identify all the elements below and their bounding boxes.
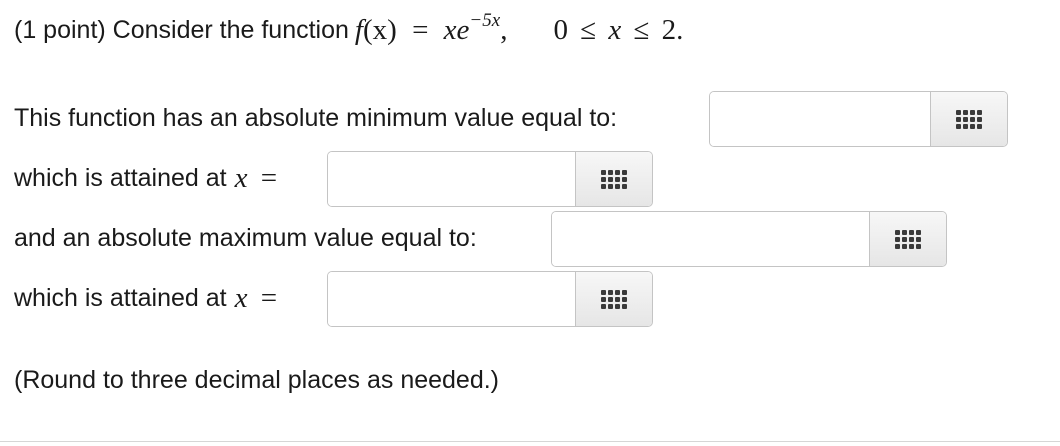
min-value-input[interactable] bbox=[710, 92, 930, 146]
max-value-input[interactable] bbox=[552, 212, 869, 266]
answer-field-min-value bbox=[709, 91, 1008, 147]
function-name: f bbox=[354, 13, 363, 46]
problem-statement: (1 point) Consider the function f(x) = x… bbox=[14, 8, 683, 52]
question-label: which is attained at bbox=[14, 163, 227, 192]
domain-le-sign-2: ≤ bbox=[633, 13, 650, 46]
expression-base: xe bbox=[443, 13, 470, 46]
math-keypad-button[interactable] bbox=[575, 272, 652, 326]
keypad-grid-icon bbox=[895, 229, 921, 249]
problem-intro: (1 point) Consider the function bbox=[14, 15, 349, 44]
max-location-input[interactable] bbox=[328, 272, 575, 326]
question-label: and an absolute maximum value equal to: bbox=[14, 223, 477, 252]
question-max-location: which is attained at x = bbox=[14, 276, 277, 320]
math-keypad-button[interactable] bbox=[575, 152, 652, 206]
function-domain: 0 ≤ x ≤ 2. bbox=[553, 14, 683, 47]
answer-field-max-location bbox=[327, 271, 653, 327]
question-math: x = bbox=[235, 162, 277, 195]
question-min-value: This function has an absolute minimum va… bbox=[14, 96, 617, 140]
keypad-grid-icon bbox=[956, 109, 982, 129]
question-label: This function has an absolute minimum va… bbox=[14, 103, 618, 132]
rounding-note-text: (Round to three decimal places as needed… bbox=[14, 365, 500, 394]
rounding-note: (Round to three decimal places as needed… bbox=[14, 358, 499, 402]
function-argument: (x) bbox=[362, 13, 397, 46]
expression-exponent: −5x bbox=[469, 9, 501, 31]
variable-x: x bbox=[234, 161, 248, 194]
equals-sign: = bbox=[260, 161, 278, 194]
answer-field-min-location bbox=[327, 151, 653, 207]
domain-lower-bound: 0 bbox=[553, 13, 568, 46]
function-formula: f(x) = xe−5x, bbox=[354, 10, 508, 47]
answer-field-max-value bbox=[551, 211, 947, 267]
math-keypad-button[interactable] bbox=[930, 92, 1007, 146]
domain-upper-bound: 2. bbox=[661, 13, 684, 46]
equals-sign: = bbox=[412, 13, 429, 46]
question-max-value: and an absolute maximum value equal to: bbox=[14, 216, 477, 260]
keypad-grid-icon bbox=[601, 169, 627, 189]
bottom-divider bbox=[0, 441, 1060, 442]
variable-x: x bbox=[234, 281, 248, 314]
min-location-input[interactable] bbox=[328, 152, 575, 206]
question-math: x = bbox=[235, 282, 277, 315]
question-label: which is attained at bbox=[14, 283, 227, 312]
domain-variable: x bbox=[608, 13, 622, 46]
question-min-location: which is attained at x = bbox=[14, 156, 277, 200]
expression-comma: , bbox=[500, 13, 508, 46]
equals-sign: = bbox=[260, 281, 278, 314]
domain-le-sign-1: ≤ bbox=[580, 13, 597, 46]
math-keypad-button[interactable] bbox=[869, 212, 946, 266]
keypad-grid-icon bbox=[601, 289, 627, 309]
